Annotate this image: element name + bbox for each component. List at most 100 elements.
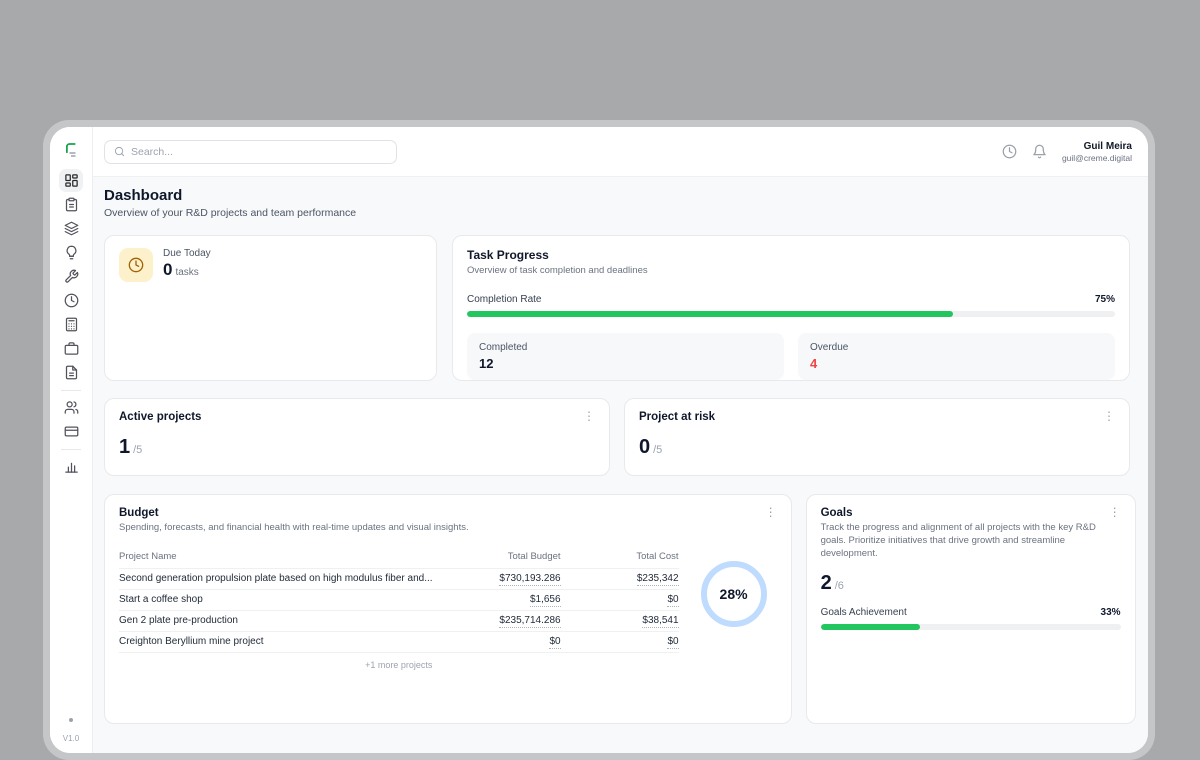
sidebar-item-calculator[interactable] bbox=[59, 313, 83, 336]
col-project-name: Project Name bbox=[119, 551, 441, 562]
sidebar-item-projects[interactable] bbox=[59, 217, 83, 240]
sidebar-divider bbox=[61, 390, 81, 391]
users-icon bbox=[64, 400, 79, 415]
user-email: guil@creme.digital bbox=[1062, 153, 1132, 163]
kebab-menu-icon[interactable]: ⋮ bbox=[1103, 411, 1115, 421]
table-row[interactable]: Creighton Beryllium mine project $0 $0 bbox=[119, 632, 679, 653]
completion-progress-fill bbox=[467, 311, 953, 317]
search-input[interactable] bbox=[131, 146, 387, 158]
cost-value[interactable]: $235,342 bbox=[637, 573, 679, 586]
active-projects-total: /5 bbox=[133, 444, 142, 456]
sidebar-item-tasks[interactable] bbox=[59, 193, 83, 216]
sidebar-item-tools[interactable] bbox=[59, 265, 83, 288]
kebab-menu-icon[interactable]: ⋮ bbox=[583, 411, 595, 421]
task-progress-subtitle: Overview of task completion and deadline… bbox=[467, 265, 1115, 278]
goals-achievement-label: Goals Achievement bbox=[821, 607, 907, 618]
sidebar-item-ideas[interactable] bbox=[59, 241, 83, 264]
cost-value[interactable]: $0 bbox=[667, 636, 678, 649]
budget-title: Budget bbox=[119, 507, 159, 519]
wrench-icon bbox=[64, 269, 79, 284]
task-progress-title: Task Progress bbox=[467, 248, 1115, 262]
table-row[interactable]: Second generation propulsion plate based… bbox=[119, 569, 679, 590]
sidebar-item-billing[interactable] bbox=[59, 420, 83, 443]
user-menu[interactable]: Guil Meira guil@creme.digital bbox=[1062, 141, 1132, 163]
history-clock-icon[interactable] bbox=[1002, 144, 1017, 159]
sidebar-item-time[interactable] bbox=[59, 289, 83, 312]
goals-value: 2 bbox=[821, 572, 832, 595]
project-at-risk-card: Project at risk ⋮ 0 /5 bbox=[624, 398, 1130, 476]
table-row[interactable]: Start a coffee shop $1,656 $0 bbox=[119, 590, 679, 611]
active-projects-card: Active projects ⋮ 1 /5 bbox=[104, 398, 610, 476]
creme-logo-icon bbox=[60, 139, 82, 161]
col-total-cost: Total Cost bbox=[561, 551, 679, 562]
search-box[interactable] bbox=[104, 140, 397, 164]
cost-value[interactable]: $38,541 bbox=[642, 615, 678, 628]
due-today-unit: tasks bbox=[175, 267, 198, 278]
project-name: Second generation propulsion plate based… bbox=[119, 573, 441, 584]
due-today-label: Due Today bbox=[163, 248, 211, 259]
project-at-risk-total: /5 bbox=[653, 444, 662, 456]
goals-subtitle: Track the progress and alignment of all … bbox=[821, 522, 1121, 560]
completed-value: 12 bbox=[479, 356, 772, 371]
col-total-budget: Total Budget bbox=[441, 551, 561, 562]
project-name: Start a coffee shop bbox=[119, 594, 441, 605]
completion-progress-bar bbox=[467, 311, 1115, 317]
sidebar-item-reports[interactable] bbox=[59, 455, 83, 478]
due-clock-icon bbox=[119, 248, 153, 282]
budget-value[interactable]: $235,714.286 bbox=[499, 615, 560, 628]
goals-achievement-value: 33% bbox=[1101, 607, 1121, 618]
project-at-risk-value: 0 bbox=[639, 436, 650, 459]
budget-value[interactable]: $1,656 bbox=[530, 594, 561, 607]
goals-total: /6 bbox=[835, 580, 844, 592]
kebab-menu-icon[interactable]: ⋮ bbox=[1109, 507, 1121, 517]
completion-rate-value: 75% bbox=[1095, 294, 1115, 305]
topbar: Guil Meira guil@creme.digital bbox=[93, 127, 1148, 177]
app-window: V1.0 bbox=[50, 127, 1148, 753]
completed-stat: Completed 12 bbox=[467, 333, 784, 380]
sidebar-item-documents[interactable] bbox=[59, 361, 83, 384]
due-today-card: Due Today 0tasks bbox=[104, 235, 437, 381]
budget-table-header: Project Name Total Budget Total Cost bbox=[119, 551, 679, 569]
cost-value[interactable]: $0 bbox=[667, 594, 678, 607]
page-title: Dashboard bbox=[104, 187, 1130, 204]
active-projects-title: Active projects bbox=[119, 411, 201, 423]
goals-title: Goals bbox=[821, 507, 853, 519]
window-frame: V1.0 bbox=[43, 120, 1155, 760]
sidebar: V1.0 bbox=[50, 127, 93, 753]
project-name: Gen 2 plate pre-production bbox=[119, 615, 441, 626]
bar-chart-icon bbox=[64, 459, 79, 474]
dashboard-grid-icon bbox=[64, 173, 79, 188]
table-row[interactable]: Gen 2 plate pre-production $235,714.286 … bbox=[119, 611, 679, 632]
overdue-label: Overdue bbox=[810, 342, 1103, 353]
budget-value[interactable]: $0 bbox=[549, 636, 560, 649]
completed-label: Completed bbox=[479, 342, 772, 353]
notifications-bell-icon[interactable] bbox=[1032, 144, 1047, 159]
briefcase-icon bbox=[64, 341, 79, 356]
goals-card: Goals ⋮ Track the progress and alignment… bbox=[806, 494, 1136, 724]
status-dot bbox=[69, 718, 73, 722]
budget-subtitle: Spending, forecasts, and financial healt… bbox=[119, 522, 777, 535]
budget-value[interactable]: $730,193.286 bbox=[499, 573, 560, 586]
overdue-stat: Overdue 4 bbox=[798, 333, 1115, 380]
sidebar-divider bbox=[61, 449, 81, 450]
clipboard-icon bbox=[64, 197, 79, 212]
lightbulb-icon bbox=[64, 245, 79, 260]
credit-card-icon bbox=[64, 424, 79, 439]
budget-gauge-value: 28% bbox=[720, 586, 748, 602]
project-name: Creighton Beryllium mine project bbox=[119, 636, 441, 647]
page-subtitle: Overview of your R&D projects and team p… bbox=[104, 207, 1130, 219]
sidebar-item-team[interactable] bbox=[59, 396, 83, 419]
sidebar-item-portfolio[interactable] bbox=[59, 337, 83, 360]
goals-progress-fill bbox=[821, 624, 920, 630]
sidebar-item-dashboard[interactable] bbox=[59, 169, 83, 192]
task-progress-card: Task Progress Overview of task completio… bbox=[452, 235, 1130, 381]
more-projects-link[interactable]: +1 more projects bbox=[119, 660, 679, 670]
budget-card: Budget ⋮ Spending, forecasts, and financ… bbox=[104, 494, 792, 724]
overdue-value: 4 bbox=[810, 356, 1103, 371]
main-area: Guil Meira guil@creme.digital Dashboard … bbox=[93, 127, 1148, 753]
kebab-menu-icon[interactable]: ⋮ bbox=[765, 507, 777, 517]
document-icon bbox=[64, 365, 79, 380]
goals-progress-bar bbox=[821, 624, 1121, 630]
calculator-icon bbox=[64, 317, 79, 332]
search-icon bbox=[114, 146, 125, 157]
